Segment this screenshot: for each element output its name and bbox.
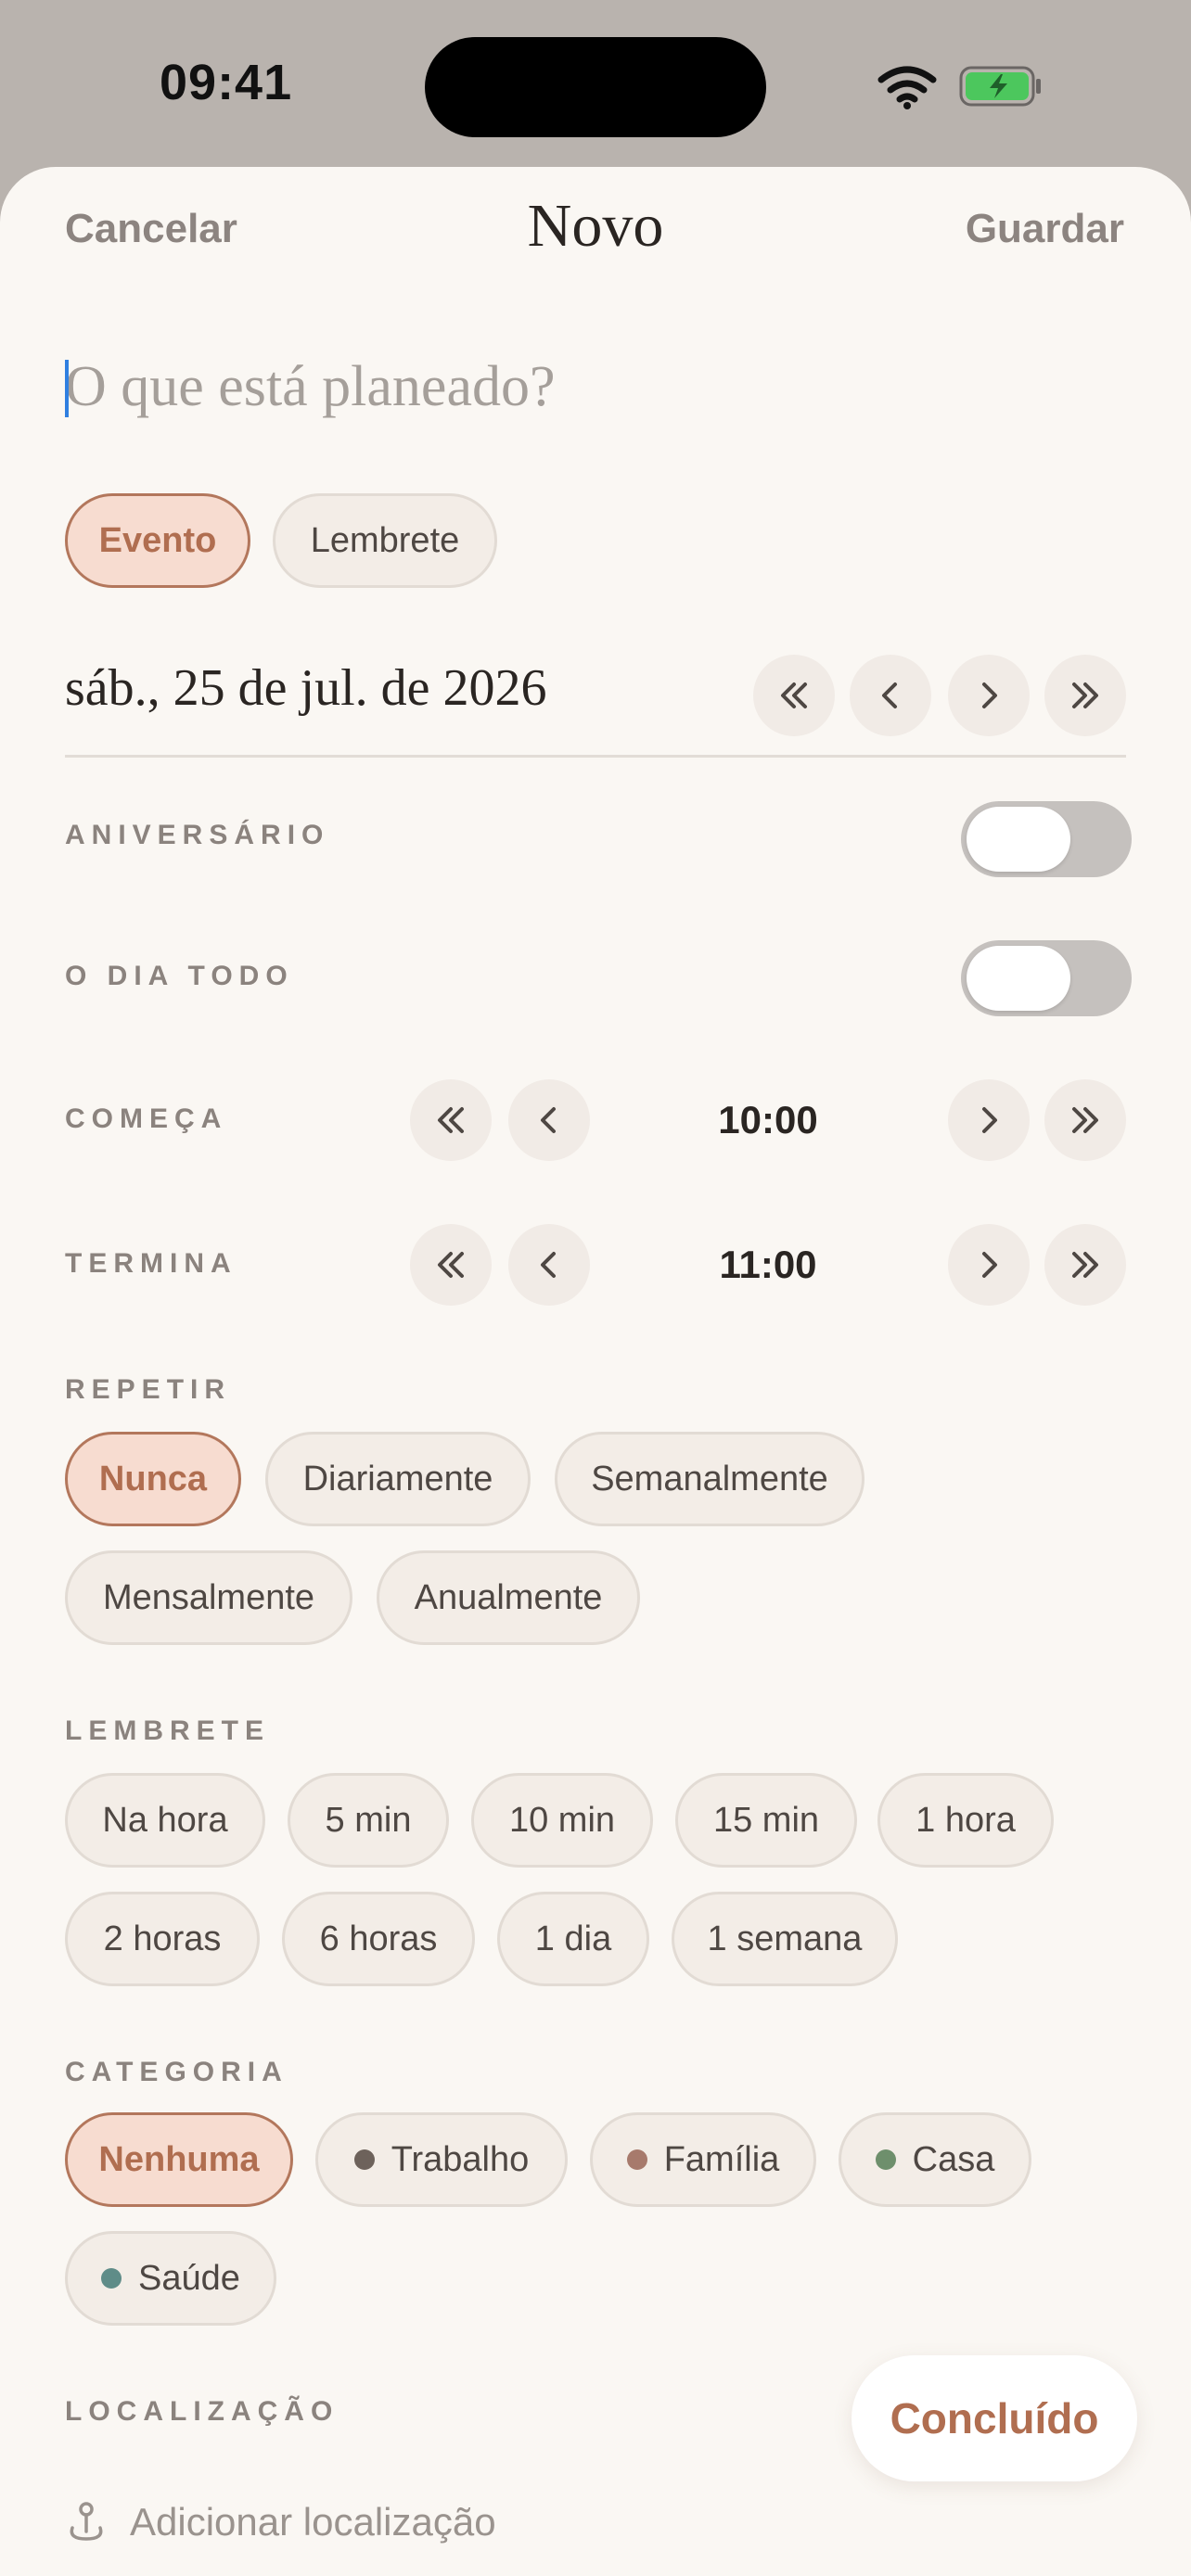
repeat-chip-anualmente[interactable]: Anualmente: [377, 1550, 640, 1645]
starts-label: COMEÇA: [65, 1103, 228, 1134]
chevron-right-icon: [982, 1252, 997, 1278]
category-chip-saude[interactable]: Saúde: [65, 2231, 276, 2326]
ends-time: 11:00: [719, 1243, 817, 1286]
chevron-left-icon: [541, 1107, 556, 1133]
category-chip-label: Família: [663, 2139, 780, 2179]
location-label: LOCALIZAÇÃO: [65, 2396, 339, 2427]
reminder-chip-1-hora[interactable]: 1 hora: [877, 1773, 1054, 1868]
category-chip-label: Trabalho: [391, 2139, 530, 2179]
text-caret: [65, 360, 69, 417]
date-prev-month-button[interactable]: [753, 655, 835, 736]
save-button[interactable]: Guardar: [966, 206, 1124, 252]
category-dot-icon: [875, 2149, 896, 2170]
ends-plus-hour-button[interactable]: [1044, 1224, 1126, 1306]
double-chevron-left-icon: [781, 682, 807, 708]
category-chip-label: Nenhuma: [98, 2139, 260, 2179]
double-chevron-right-icon: [1072, 682, 1098, 708]
starts-plus-hour-button[interactable]: [1044, 1079, 1126, 1161]
new-event-sheet: Cancelar Novo Guardar Evento Lembrete sá…: [0, 167, 1191, 2576]
birthday-label: ANIVERSÁRIO: [65, 820, 330, 850]
double-chevron-right-icon: [1072, 1252, 1098, 1278]
chevron-left-icon: [541, 1252, 556, 1278]
title-input[interactable]: [65, 345, 1122, 428]
repeat-chip-mensalmente[interactable]: Mensalmente: [65, 1550, 352, 1645]
status-time: 09:41: [160, 55, 293, 110]
double-chevron-left-icon: [438, 1252, 464, 1278]
category-chip-label: Saúde: [138, 2258, 240, 2298]
chevron-right-icon: [982, 1107, 997, 1133]
category-dot-icon: [101, 2268, 122, 2289]
dynamic-island: [425, 37, 766, 137]
date-next-day-button[interactable]: [948, 655, 1030, 736]
category-dot-icon: [626, 2149, 647, 2170]
double-chevron-right-icon: [1072, 1107, 1098, 1133]
chevron-left-icon: [882, 682, 897, 708]
reminder-chip-5-min[interactable]: 5 min: [288, 1773, 449, 1868]
date-prev-day-button[interactable]: [850, 655, 931, 736]
battery-icon: [959, 66, 1041, 107]
date-value: sáb., 25 de jul. de 2026: [65, 659, 547, 717]
birthday-toggle[interactable]: [961, 801, 1132, 877]
category-chip-nenhuma[interactable]: Nenhuma: [65, 2112, 293, 2207]
done-button[interactable]: Concluído: [852, 2355, 1137, 2481]
starts-plus-step-button[interactable]: [948, 1079, 1030, 1161]
ends-minus-step-button[interactable]: [508, 1224, 590, 1306]
toggle-knob: [967, 946, 1070, 1011]
type-chip-lembrete[interactable]: Lembrete: [273, 493, 497, 588]
reminder-chip-1-dia[interactable]: 1 dia: [497, 1892, 649, 1986]
location-pin-icon: [70, 2502, 103, 2541]
reminder-chip-1-semana[interactable]: 1 semana: [672, 1892, 898, 1986]
double-chevron-left-icon: [438, 1107, 464, 1133]
reminder-chip-2-horas[interactable]: 2 horas: [65, 1892, 260, 1986]
all-day-label: O DIA TODO: [65, 961, 294, 991]
repeat-chip-diariamente[interactable]: Diariamente: [265, 1432, 531, 1526]
repeat-label: REPETIR: [65, 1374, 232, 1405]
category-chip-casa[interactable]: Casa: [839, 2112, 1031, 2207]
reminder-chip-na-hora[interactable]: Na hora: [65, 1773, 265, 1868]
category-chip-label: Casa: [912, 2139, 995, 2179]
category-chip-trabalho[interactable]: Trabalho: [315, 2112, 568, 2207]
reminder-chip-6-horas[interactable]: 6 horas: [282, 1892, 475, 1986]
status-bar: 09:41: [0, 0, 1191, 167]
reminder-chip-15-min[interactable]: 15 min: [675, 1773, 857, 1868]
divider: [65, 755, 1126, 758]
category-chip-familia[interactable]: Família: [590, 2112, 816, 2207]
wifi-icon: [877, 66, 937, 109]
date-next-month-button[interactable]: [1044, 655, 1126, 736]
ends-minus-hour-button[interactable]: [410, 1224, 492, 1306]
starts-minus-step-button[interactable]: [508, 1079, 590, 1161]
starts-time: 10:00: [718, 1098, 818, 1141]
ends-plus-step-button[interactable]: [948, 1224, 1030, 1306]
reminder-chip-10-min[interactable]: 10 min: [471, 1773, 653, 1868]
category-label: CATEGORIA: [65, 2057, 288, 2087]
repeat-chip-semanalmente[interactable]: Semanalmente: [555, 1432, 864, 1526]
repeat-chip-nunca[interactable]: Nunca: [65, 1432, 241, 1526]
type-chip-evento[interactable]: Evento: [65, 493, 250, 588]
add-location-button[interactable]: Adicionar localização: [130, 2500, 496, 2544]
category-dot-icon: [353, 2149, 375, 2170]
reminder-label: LEMBRETE: [65, 1715, 270, 1746]
all-day-toggle[interactable]: [961, 940, 1132, 1016]
nav-bar: Cancelar Novo Guardar: [0, 167, 1191, 287]
toggle-knob: [967, 807, 1070, 872]
chevron-right-icon: [982, 682, 997, 708]
starts-minus-hour-button[interactable]: [410, 1079, 492, 1161]
ends-label: TERMINA: [65, 1248, 237, 1279]
